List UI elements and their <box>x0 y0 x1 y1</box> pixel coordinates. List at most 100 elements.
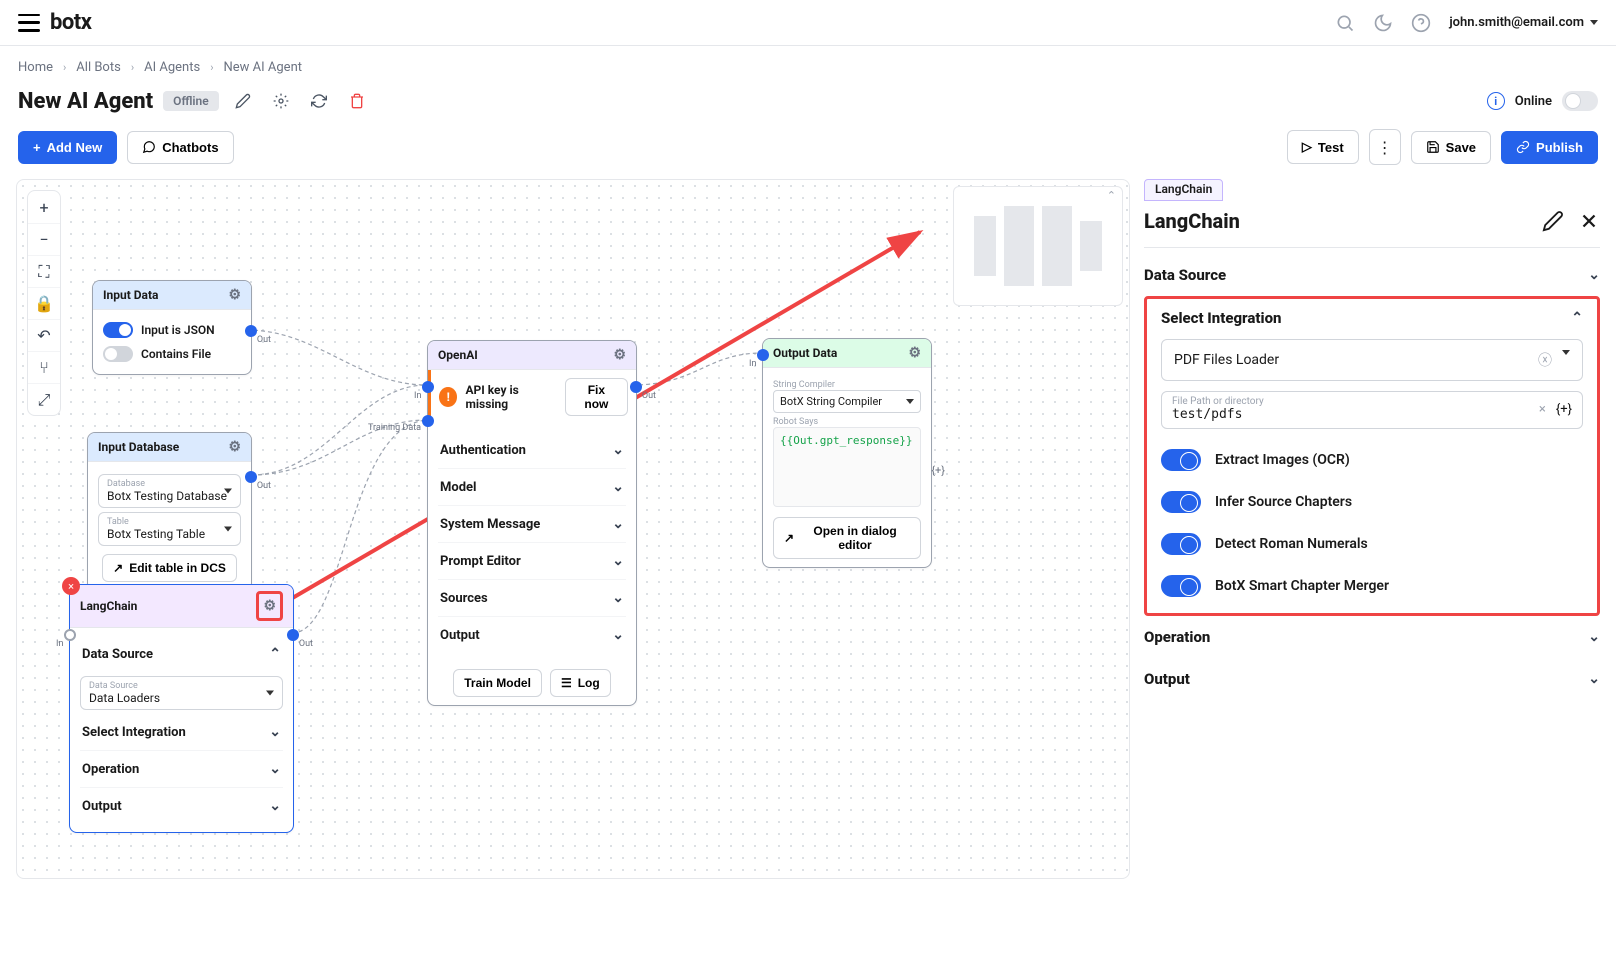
langchain-section[interactable]: Output⌄ <box>80 787 283 824</box>
app-logo: botx <box>50 10 91 35</box>
openai-section[interactable]: Sources⌄ <box>438 579 626 616</box>
openai-section[interactable]: Model⌄ <box>438 468 626 505</box>
expand-button[interactable]: ⤢ <box>28 383 60 415</box>
langchain-section[interactable]: Select Integration⌄ <box>80 714 283 750</box>
file-path-field[interactable]: File Path or directory test/pdfs × {+} <box>1161 391 1583 429</box>
hamburger-icon[interactable] <box>18 14 40 32</box>
port-in[interactable] <box>757 349 769 361</box>
open-dialog-button[interactable]: ↗ Open in dialog editor <box>773 517 921 559</box>
node-input-database[interactable]: Input Database ⚙ Database Botx Testing D… <box>87 432 252 591</box>
lock-button[interactable]: 🔒 <box>28 287 60 319</box>
chevron-right-icon: › <box>131 61 134 74</box>
chevron-down-icon <box>224 527 232 532</box>
list-icon: ☰ <box>561 676 572 690</box>
add-var-icon[interactable]: {+} <box>1556 402 1572 417</box>
flow-canvas[interactable]: + − ⛶ 🔒 ↶ ⑂ ⤢ Input Data ⚙ Input is J <box>16 179 1130 879</box>
breadcrumb-item[interactable]: New AI Agent <box>224 60 303 75</box>
openai-section[interactable]: Authentication⌄ <box>438 432 626 468</box>
trash-icon[interactable] <box>343 87 371 115</box>
toggle-infer-chapters[interactable] <box>1161 491 1201 513</box>
langchain-section[interactable]: Operation⌄ <box>80 750 283 787</box>
zoom-out-button[interactable]: − <box>28 223 60 255</box>
gear-icon-highlighted[interactable]: ⚙ <box>256 591 283 621</box>
openai-section[interactable]: System Message⌄ <box>438 505 626 542</box>
train-model-button[interactable]: Train Model <box>453 669 542 697</box>
breadcrumb-item[interactable]: AI Agents <box>144 60 200 75</box>
close-icon[interactable]: × <box>62 577 80 595</box>
fork-icon[interactable]: ⑂ <box>28 351 60 383</box>
gear-icon[interactable] <box>267 87 295 115</box>
langchain-data-source[interactable]: Data Source ⌃ <box>80 636 283 672</box>
search-icon[interactable] <box>1335 13 1355 33</box>
node-input-data[interactable]: Input Data ⚙ Input is JSON Contains File… <box>92 280 252 375</box>
port-in[interactable] <box>422 381 434 393</box>
chevron-right-icon: › <box>63 61 66 74</box>
openai-section[interactable]: Output⌄ <box>438 616 626 653</box>
save-button[interactable]: Save <box>1411 131 1491 164</box>
external-icon: ↗ <box>784 531 794 545</box>
toggle-smart-merge[interactable] <box>1161 575 1201 597</box>
overflow-menu[interactable]: ⋮ <box>1369 129 1401 165</box>
user-menu[interactable]: john.smith@email.com <box>1449 15 1598 30</box>
minimap[interactable]: ⌃ <box>953 186 1123 306</box>
clear-icon[interactable]: × <box>1539 402 1546 417</box>
breadcrumb-item[interactable]: Home <box>18 60 53 75</box>
openai-section[interactable]: Prompt Editor⌄ <box>438 542 626 579</box>
chevron-up-icon: ⌃ <box>1571 310 1583 326</box>
log-button[interactable]: ☰Log <box>550 669 611 697</box>
gear-icon[interactable]: ⚙ <box>228 287 241 303</box>
edit-table-button[interactable]: ↗ Edit table in DCS <box>102 554 237 582</box>
title-bar: New AI Agent Offline i Online <box>0 79 1616 129</box>
moon-icon[interactable] <box>1373 13 1393 33</box>
close-icon[interactable] <box>1578 210 1600 232</box>
zoom-in-button[interactable]: + <box>28 191 60 223</box>
edit-icon[interactable] <box>229 87 257 115</box>
toggle-ocr[interactable] <box>1161 449 1201 471</box>
help-icon[interactable] <box>1411 13 1431 33</box>
integration-select[interactable]: PDF Files Loader ⓧ <box>1161 339 1583 381</box>
gear-icon[interactable]: ⚙ <box>613 347 626 363</box>
port-out[interactable] <box>245 325 257 337</box>
clear-icon[interactable]: ⓧ <box>1538 350 1552 370</box>
play-icon: ▷ <box>1302 139 1312 155</box>
fullscreen-button[interactable]: ⛶ <box>28 255 60 287</box>
toggle-file[interactable] <box>103 346 133 362</box>
node-output-data[interactable]: Output Data ⚙ String Compiler BotX Strin… <box>762 338 932 568</box>
node-openai[interactable]: OpenAI ⚙ ! API key is missing Fix now Au… <box>427 340 637 706</box>
chevron-down-icon: ⌄ <box>1588 671 1600 687</box>
fix-now-button[interactable]: Fix now <box>565 378 628 416</box>
chatbots-button[interactable]: Chatbots <box>127 131 233 164</box>
port-training[interactable] <box>422 415 434 427</box>
publish-button[interactable]: Publish <box>1501 131 1598 164</box>
toggle-roman[interactable] <box>1161 533 1201 555</box>
breadcrumb-item[interactable]: All Bots <box>76 60 121 75</box>
online-toggle[interactable] <box>1562 91 1598 111</box>
section-select-integration[interactable]: Select Integration ⌃ <box>1161 309 1583 339</box>
node-langchain[interactable]: × LangChain ⚙ Data Source ⌃ Data Source … <box>69 584 294 833</box>
gear-icon[interactable]: ⚙ <box>228 439 241 455</box>
port-out[interactable] <box>630 381 642 393</box>
section-output[interactable]: Output ⌄ <box>1144 658 1600 700</box>
info-icon[interactable]: i <box>1487 92 1505 110</box>
port-out[interactable] <box>245 471 257 483</box>
gear-icon[interactable]: ⚙ <box>908 345 921 361</box>
section-operation[interactable]: Operation ⌄ <box>1144 616 1600 658</box>
section-data-source[interactable]: Data Source ⌄ <box>1144 254 1600 296</box>
option-label: Extract Images (OCR) <box>1215 452 1350 468</box>
test-button[interactable]: ▷ Test <box>1287 130 1359 164</box>
string-compiler-select[interactable]: BotX String Compiler <box>773 390 921 413</box>
data-source-select[interactable]: Data Source Data Loaders <box>80 676 283 710</box>
database-select[interactable]: Database Botx Testing Database <box>98 474 241 508</box>
collapse-minimap-icon[interactable]: ⌃ <box>1107 189 1116 202</box>
chevron-down-icon: ⌄ <box>612 590 624 606</box>
edit-icon[interactable] <box>1542 210 1564 232</box>
add-output-button[interactable]: {+} <box>931 464 945 477</box>
table-select[interactable]: Table Botx Testing Table <box>98 512 241 546</box>
port-in[interactable] <box>64 629 76 641</box>
refresh-icon[interactable] <box>305 87 333 115</box>
port-out[interactable] <box>287 629 299 641</box>
undo-button[interactable]: ↶ <box>28 319 60 351</box>
toggle-json[interactable] <box>103 322 133 338</box>
add-new-button[interactable]: + Add New <box>18 131 117 164</box>
gear-icon: ⚙ <box>263 598 276 614</box>
